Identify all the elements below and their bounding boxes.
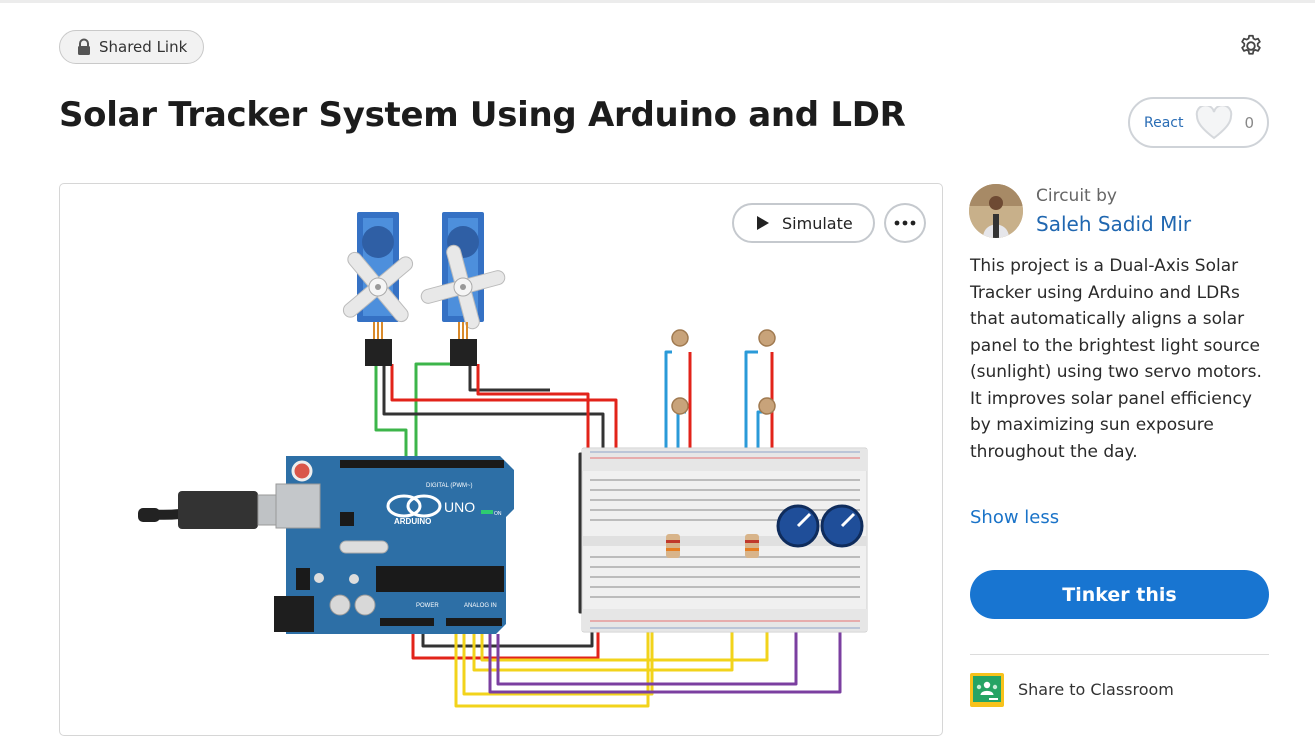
lock-icon (78, 38, 90, 55)
heart-icon (1196, 105, 1233, 139)
board-label-digital: DIGITAL (PWM~) (426, 483, 473, 489)
breadboard (581, 447, 868, 633)
react-label: React (1144, 114, 1184, 131)
divider (970, 654, 1269, 655)
ldr-sensors (671, 329, 776, 415)
servo-motor-1 (342, 212, 414, 366)
project-description: This project is a Dual-Axis Solar Tracke… (970, 256, 1262, 462)
react-button[interactable]: React 0 (1128, 97, 1269, 148)
project-title: Solar Tracker System Using Arduino and L… (59, 95, 906, 135)
wire-red-2 (476, 364, 590, 454)
circuit-by-label: Circuit by (1036, 186, 1117, 206)
author-avatar[interactable] (969, 184, 1023, 238)
board-label-analog: ANALOG IN (464, 603, 497, 609)
shared-link-label: Shared Link (99, 38, 188, 56)
share-to-classroom-link[interactable]: Share to Classroom (1018, 680, 1174, 699)
servo-motor-2 (420, 212, 506, 366)
board-label-uno: UNO (444, 499, 475, 515)
board-label-power: POWER (416, 603, 439, 609)
arduino-board: UNO ARDUINO DIGITAL (PWM~) POWER ANALOG … (274, 456, 514, 634)
simulate-label: Simulate (782, 213, 853, 233)
circuit-viewer[interactable]: UNO ARDUINO DIGITAL (PWM~) POWER ANALOG … (59, 183, 943, 736)
board-label-on: ON (494, 511, 502, 517)
tinker-this-button[interactable]: Tinker this (970, 570, 1269, 619)
google-classroom-icon[interactable] (970, 673, 1004, 707)
more-icon (894, 220, 916, 226)
circuit-diagram: UNO ARDUINO DIGITAL (PWM~) POWER ANALOG … (138, 212, 868, 708)
show-less-link[interactable]: Show less (970, 507, 1059, 528)
board-label-arduino: ARDUINO (394, 517, 431, 526)
more-button[interactable] (884, 203, 926, 243)
simulate-button[interactable]: Simulate (732, 203, 875, 243)
react-count: 0 (1244, 113, 1255, 132)
gear-icon[interactable] (1238, 33, 1264, 59)
top-border (0, 0, 1315, 3)
play-icon (757, 216, 769, 230)
wire-black-2 (468, 364, 550, 392)
shared-link-badge[interactable]: Shared Link (59, 30, 204, 64)
author-name-link[interactable]: Saleh Sadid Mir (1036, 212, 1191, 236)
